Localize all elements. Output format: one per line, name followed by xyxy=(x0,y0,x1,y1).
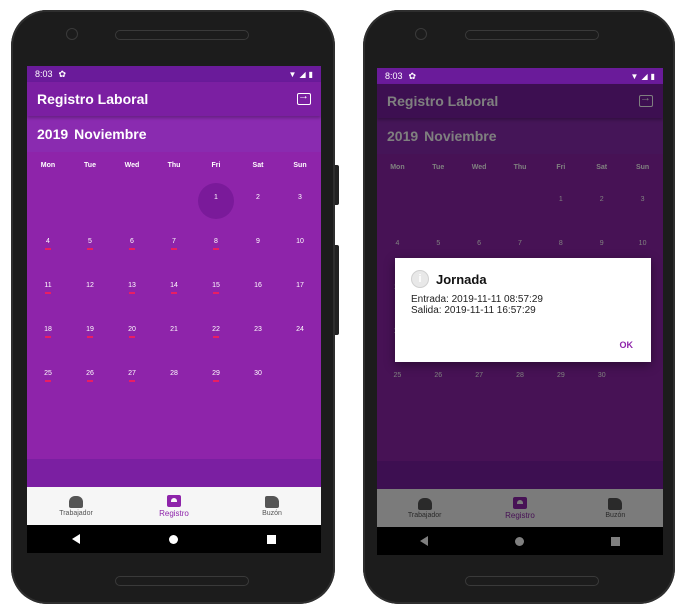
day-cell[interactable]: 27 xyxy=(111,354,153,398)
day-cell[interactable]: 28 xyxy=(153,354,195,398)
day-cell[interactable]: 24 xyxy=(279,310,321,354)
day-cell[interactable]: 19 xyxy=(69,310,111,354)
weekday-fri: Fri xyxy=(211,161,221,169)
salida-text: Salida: 2019-11-11 16:57:29 xyxy=(411,305,536,316)
day-cell[interactable]: 30 xyxy=(237,354,279,398)
recents-icon[interactable] xyxy=(267,534,277,544)
front-camera xyxy=(66,28,78,40)
volume-button xyxy=(335,245,339,335)
day-cell[interactable]: 1 xyxy=(195,178,237,222)
nav-buzon[interactable]: Buzón xyxy=(223,487,321,525)
signal-icon: ◢ xyxy=(641,71,648,81)
weekday-tue: Tue xyxy=(84,161,96,169)
day-cell[interactable]: 6 xyxy=(111,222,153,266)
day-cell[interactable]: 7 xyxy=(153,222,195,266)
day-cell[interactable]: 16 xyxy=(237,266,279,310)
weekday-header: Mon Tue Wed Thu Fri Sat Sun xyxy=(27,152,321,178)
phone-left: 8:03 ✿ ▼ ◢ ▮ Registro Laboral 2019 Novie… xyxy=(11,10,339,604)
settings-icon: ✿ xyxy=(58,68,67,79)
day-cell[interactable]: 14 xyxy=(153,266,195,310)
entrada-text: Entrada: 2019-11-11 08:57:29 xyxy=(411,294,543,305)
battery-icon: ▮ xyxy=(650,71,655,81)
day-cell[interactable]: 10 xyxy=(279,222,321,266)
day-cell[interactable]: 3 xyxy=(279,178,321,222)
bottom-speaker xyxy=(115,576,249,586)
weekday-mon: Mon xyxy=(40,161,56,169)
day-cell[interactable]: 13 xyxy=(111,266,153,310)
day-cell[interactable]: 26 xyxy=(69,354,111,398)
day-cell[interactable]: 12 xyxy=(69,266,111,310)
calendar: Mon Tue Wed Thu Fri Sat Sun 1 2 3 4 5 6 … xyxy=(27,152,321,459)
week-row: 18 19 20 21 22 23 24 xyxy=(27,310,321,354)
day-cell[interactable]: 22 xyxy=(195,310,237,354)
nav-registro-label: Registro xyxy=(159,508,189,518)
week-row: 11 12 13 14 15 16 17 xyxy=(27,266,321,310)
weekday-thu: Thu xyxy=(167,161,181,169)
nav-buzon-label: Buzón xyxy=(262,509,282,517)
screen: 8:03 ✿ ▼ ◢ ▮ Registro Laboral 2019 Novie… xyxy=(377,68,663,555)
status-bar: 8:03 ✿ ▼ ◢ ▮ xyxy=(377,68,663,84)
nav-registro[interactable]: Registro xyxy=(125,487,223,525)
front-camera xyxy=(415,28,427,40)
settings-icon: ✿ xyxy=(408,70,417,81)
day-cell[interactable]: 23 xyxy=(237,310,279,354)
day-cell[interactable]: 11 xyxy=(27,266,69,310)
bottom-navigation: Trabajador Registro Buzón xyxy=(27,487,321,525)
top-speaker xyxy=(115,30,249,40)
day-cell[interactable]: 18 xyxy=(27,310,69,354)
nav-trabajador-label: Trabajador xyxy=(59,509,93,517)
day-cell[interactable]: 4 xyxy=(27,222,69,266)
week-row: 25 26 27 28 29 30 xyxy=(27,354,321,398)
week-row: 1 2 3 xyxy=(27,178,321,222)
day-cell[interactable]: 21 xyxy=(153,310,195,354)
mailbox-icon xyxy=(265,495,279,508)
info-icon: i xyxy=(411,270,429,288)
top-speaker xyxy=(465,30,599,40)
jornada-dialog: i Jornada Entrada: 2019-11-11 08:57:29 S… xyxy=(395,258,651,362)
badge-icon xyxy=(167,494,181,507)
power-button xyxy=(335,165,339,205)
dialog-title: Jornada xyxy=(436,271,487,287)
phone-right: 8:03 ✿ ▼ ◢ ▮ Registro Laboral 2019 Novie… xyxy=(363,10,675,604)
app-title: Registro Laboral xyxy=(37,91,149,107)
signal-icon: ◢ xyxy=(299,69,306,79)
status-bar: 8:03 ✿ ▼ ◢ ▮ xyxy=(27,66,321,82)
back-icon[interactable] xyxy=(71,534,80,544)
weekday-wed: Wed xyxy=(124,161,140,169)
battery-icon: ▮ xyxy=(308,69,313,79)
day-cell[interactable]: 2 xyxy=(237,178,279,222)
month-label: Noviembre xyxy=(74,126,147,142)
week-row: 4 5 6 7 8 9 10 xyxy=(27,222,321,266)
clock: 8:03 xyxy=(385,71,403,81)
day-cell[interactable]: 29 xyxy=(195,354,237,398)
wifi-icon: ▼ xyxy=(288,69,297,79)
app-bar: Registro Laboral xyxy=(27,82,321,116)
bottom-speaker xyxy=(465,576,599,586)
ok-button[interactable]: OK xyxy=(620,340,634,350)
home-icon[interactable] xyxy=(168,534,178,544)
day-cell[interactable]: 17 xyxy=(279,266,321,310)
day-cell[interactable]: 20 xyxy=(111,310,153,354)
weekday-sat: Sat xyxy=(252,161,264,169)
screen: 8:03 ✿ ▼ ◢ ▮ Registro Laboral 2019 Novie… xyxy=(27,66,321,553)
day-cell[interactable]: 5 xyxy=(69,222,111,266)
day-cell[interactable]: 25 xyxy=(27,354,69,398)
month-header: 2019 Noviembre xyxy=(27,116,321,152)
worker-icon xyxy=(69,495,83,508)
day-cell[interactable]: 9 xyxy=(237,222,279,266)
system-navigation xyxy=(27,525,321,553)
day-cell[interactable]: 8 xyxy=(195,222,237,266)
year-label: 2019 xyxy=(37,126,69,142)
wifi-icon: ▼ xyxy=(630,71,639,81)
clock: 8:03 xyxy=(35,69,53,79)
nav-trabajador[interactable]: Trabajador xyxy=(27,487,125,525)
weekday-sun: Sun xyxy=(293,161,307,169)
day-cell[interactable]: 15 xyxy=(195,266,237,310)
logout-icon[interactable] xyxy=(297,90,311,105)
